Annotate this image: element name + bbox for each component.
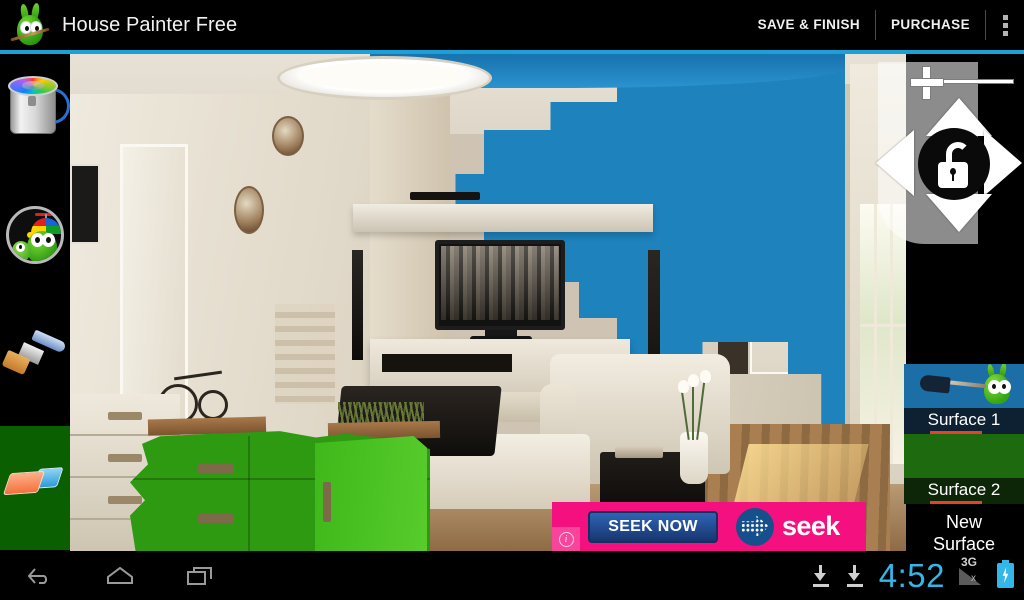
painted-sideboard-right-panel[interactable] [315, 436, 427, 551]
paint-brush-icon [0, 302, 70, 426]
save-and-finish-button[interactable]: SAVE & FINISH [743, 9, 875, 41]
wall-picture [70, 164, 100, 244]
television-screen [441, 246, 559, 320]
surface-1-label: Surface 1 [928, 410, 1000, 434]
pan-dpad [876, 98, 1024, 232]
books [615, 446, 663, 458]
battery-charging-icon [997, 560, 1014, 588]
overflow-menu-icon[interactable] [986, 0, 1024, 50]
system-nav-bar: 4:52 3G x [0, 551, 1024, 600]
pan-left-arrow[interactable] [876, 130, 914, 196]
download-icon [811, 564, 831, 587]
surface-1-label-bar: Surface 1 [904, 408, 1024, 434]
surface-item-1[interactable]: Surface 1 [904, 364, 1024, 434]
flower-stems [670, 370, 730, 442]
network-signal-icon: 3G x [959, 555, 983, 587]
mascot-help-icon [0, 178, 70, 302]
purchase-button[interactable]: PURCHASE [876, 9, 985, 41]
tool-rail [0, 54, 70, 551]
ad-info-icon[interactable]: i [552, 527, 580, 551]
seek-brand-text: seek [782, 511, 840, 541]
pan-down-arrow[interactable] [926, 194, 992, 232]
new-surface-line-1: New [945, 512, 982, 532]
network-state-glyph: x [971, 572, 976, 584]
status-clock: 4:52 [878, 556, 945, 594]
surface-1-swatch [904, 364, 1024, 408]
zoom-in-handle[interactable] [908, 64, 944, 100]
zoom-slider[interactable] [902, 66, 1014, 100]
wall-shelf [353, 204, 653, 232]
surface-2-swatch [904, 434, 1024, 478]
download-icon [845, 564, 865, 587]
stair-rail [275, 304, 335, 404]
tool-eraser[interactable] [0, 426, 70, 550]
surface-item-2[interactable]: Surface 2 [904, 434, 1024, 504]
surfaces-panel: Surface 1 Surface 2 New Surface [904, 364, 1024, 554]
nav-home-button[interactable] [80, 551, 160, 600]
wall-strip [410, 192, 480, 200]
eraser-icon [0, 426, 70, 550]
ad-banner[interactable]: SEEK NOW seek i [552, 502, 866, 551]
tool-mascot-help[interactable] [0, 178, 70, 302]
app-title: House Painter Free [62, 13, 238, 36]
surface-2-label: Surface 2 [928, 480, 1000, 504]
surface-2-label-bar: Surface 2 [904, 478, 1024, 504]
ad-info-glyph: i [558, 531, 574, 547]
tool-paint-bucket[interactable] [0, 54, 70, 178]
network-label: 3G [961, 554, 978, 569]
app-mascot-icon [8, 2, 54, 47]
nav-recents-button[interactable] [160, 551, 240, 600]
action-bar: House Painter Free SAVE & FINISH PURCHAS… [0, 0, 1024, 50]
wall-mask-2 [234, 186, 264, 234]
tool-paint-brush[interactable] [0, 302, 70, 426]
seek-now-button[interactable]: SEEK NOW [588, 510, 718, 543]
back-icon [27, 567, 48, 584]
speaker-left [352, 250, 363, 360]
unlock-padlock-icon [938, 142, 970, 188]
paint-bucket-icon [0, 54, 70, 178]
status-icons: 4:52 3G x [811, 555, 1024, 595]
photo-canvas[interactable] [70, 54, 906, 551]
media-cabinet-shelf [382, 354, 512, 372]
action-bar-actions: SAVE & FINISH PURCHASE [743, 0, 1024, 50]
nav-back-button[interactable] [0, 551, 80, 600]
seek-logo-icon [736, 507, 774, 546]
recents-icon [187, 566, 212, 585]
app-screen: House Painter Free SAVE & FINISH PURCHAS… [0, 0, 1024, 600]
ceiling-lamp-inner [298, 62, 470, 90]
home-icon [107, 566, 133, 584]
bicycle-wheel [198, 390, 228, 420]
wall-mask-1 [272, 116, 304, 156]
left-door [120, 144, 188, 424]
